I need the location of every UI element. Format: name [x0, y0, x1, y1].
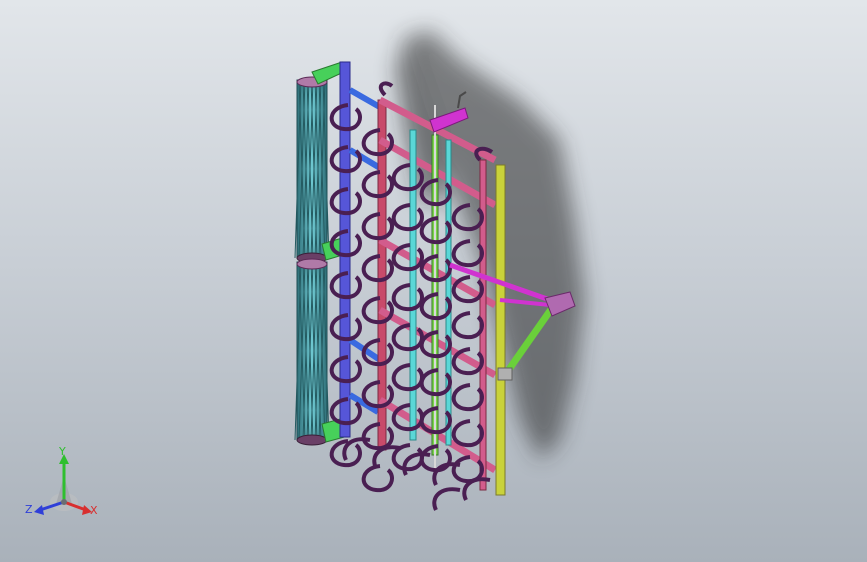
spring-tine: [361, 464, 394, 493]
top-tine: [378, 81, 394, 97]
hitch-pivot: [497, 367, 513, 381]
lower-tine: [432, 487, 461, 511]
model-shadow: [395, 30, 585, 460]
roller-end-cap: [296, 258, 328, 270]
axis-triad: Y Z X: [24, 446, 108, 524]
roller-end-cap: [296, 434, 328, 446]
spring-tine: [391, 283, 424, 312]
x-axis-label: X: [90, 504, 98, 517]
cultivator-model[interactable]: [0, 0, 867, 562]
spring-tine: [391, 203, 424, 232]
cyan-vertical-bar: [409, 129, 417, 441]
spring-tine: [451, 383, 484, 412]
graphics-viewport[interactable]: Y Z X: [0, 0, 867, 562]
spring-tine: [391, 363, 424, 392]
spring-tine: [451, 311, 484, 340]
y-axis-label: Y: [59, 445, 66, 458]
spring-tine: [451, 419, 484, 448]
front-vertical-yellow: [495, 164, 506, 496]
packer-rollers[interactable]: [294, 76, 330, 446]
z-axis-label: Z: [25, 503, 33, 516]
